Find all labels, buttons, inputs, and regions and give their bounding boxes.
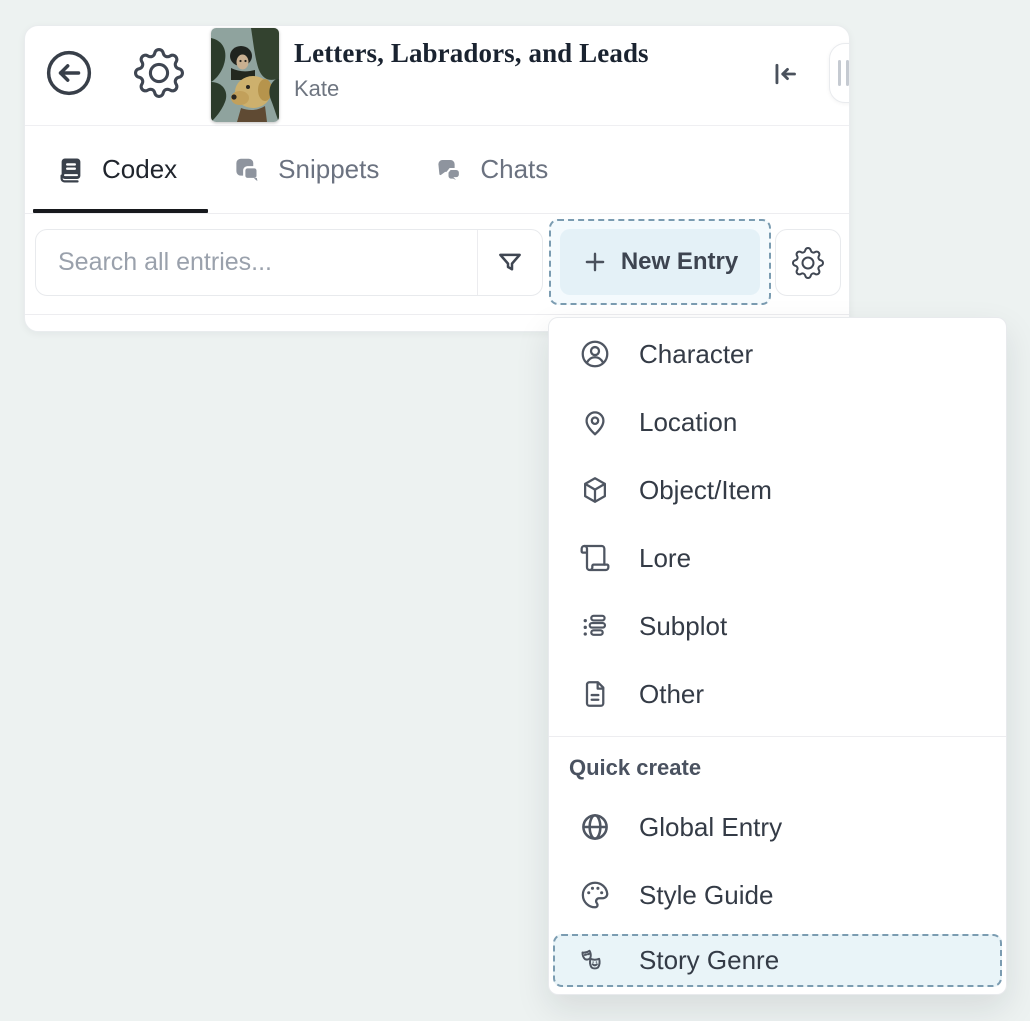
codex-settings-button[interactable] — [775, 229, 841, 296]
document-icon — [579, 678, 611, 710]
grip-line — [838, 60, 841, 86]
snippets-icon — [231, 154, 263, 186]
menu-item-lore[interactable]: Lore — [549, 524, 1006, 592]
theater-masks-icon — [579, 945, 611, 977]
book-icon — [55, 154, 87, 186]
novel-settings-button[interactable] — [133, 47, 185, 99]
codex-toolbar: New Entry — [25, 214, 849, 315]
menu-item-label: Story Genre — [639, 945, 779, 976]
menu-item-other[interactable]: Other — [549, 660, 1006, 728]
panel-resize-handle[interactable] — [829, 43, 850, 103]
menu-item-character[interactable]: Character — [549, 320, 1006, 388]
codex-panel: Letters, Labradors, and Leads Kate — [24, 25, 850, 332]
menu-item-label: Location — [639, 407, 737, 438]
menu-item-subplot[interactable]: Subplot — [549, 592, 1006, 660]
new-entry-button[interactable]: New Entry — [560, 229, 760, 295]
menu-item-style-guide[interactable]: Style Guide — [549, 861, 1006, 929]
active-tab-underline — [33, 209, 208, 213]
gear-icon — [792, 247, 824, 279]
panel-tabs: Codex Snippets Chats — [25, 126, 849, 214]
globe-icon — [579, 811, 611, 843]
menu-item-global-entry[interactable]: Global Entry — [549, 793, 1006, 861]
menu-item-label: Character — [639, 339, 753, 370]
menu-item-label: Subplot — [639, 611, 727, 642]
novel-author: Kate — [294, 76, 649, 102]
new-entry-label: New Entry — [621, 248, 738, 276]
user-circle-icon — [579, 338, 611, 370]
cube-icon — [579, 474, 611, 506]
menu-item-label: Lore — [639, 543, 691, 574]
back-button[interactable] — [43, 47, 95, 99]
menu-section-label: Quick create — [549, 737, 1006, 793]
novel-header: Letters, Labradors, and Leads Kate — [25, 26, 849, 126]
map-pin-icon — [579, 406, 611, 438]
filter-button[interactable] — [478, 230, 542, 295]
tab-snippets[interactable]: Snippets — [231, 154, 379, 186]
menu-item-story-genre[interactable]: Story Genre — [553, 934, 1002, 987]
grip-line — [846, 60, 849, 86]
screen: { "colors":{ "page_background":"#edf2f1"… — [0, 0, 1030, 1021]
novel-title: Letters, Labradors, and Leads — [294, 37, 649, 69]
novel-cover-thumbnail — [211, 28, 279, 122]
menu-item-label: Style Guide — [639, 880, 773, 911]
gear-icon — [134, 48, 184, 98]
funnel-icon — [495, 248, 525, 278]
palette-icon — [579, 879, 611, 911]
tab-chats[interactable]: Chats — [433, 154, 548, 186]
tab-label: Chats — [480, 154, 548, 185]
collapse-panel-button[interactable] — [765, 55, 803, 93]
tab-codex[interactable]: Codex — [55, 154, 177, 186]
menu-item-location[interactable]: Location — [549, 388, 1006, 456]
menu-item-object[interactable]: Object/Item — [549, 456, 1006, 524]
search-group — [35, 229, 543, 296]
menu-item-label: Global Entry — [639, 812, 782, 843]
novel-title-block: Letters, Labradors, and Leads Kate — [294, 37, 649, 102]
scroll-icon — [579, 542, 611, 574]
menu-item-label: Other — [639, 679, 704, 710]
plus-icon — [582, 249, 608, 275]
chat-bubbles-icon — [433, 154, 465, 186]
search-input[interactable] — [36, 230, 477, 295]
collapse-left-icon — [766, 56, 802, 92]
new-entry-dropdown: Character Location Object/Item Lore — [548, 317, 1007, 995]
new-entry-focus-ring: New Entry — [549, 219, 771, 305]
arrow-left-circle-icon — [43, 47, 95, 99]
subplot-list-icon — [579, 610, 611, 642]
menu-item-label: Object/Item — [639, 475, 772, 506]
tab-label: Codex — [102, 154, 177, 185]
tab-label: Snippets — [278, 154, 379, 185]
